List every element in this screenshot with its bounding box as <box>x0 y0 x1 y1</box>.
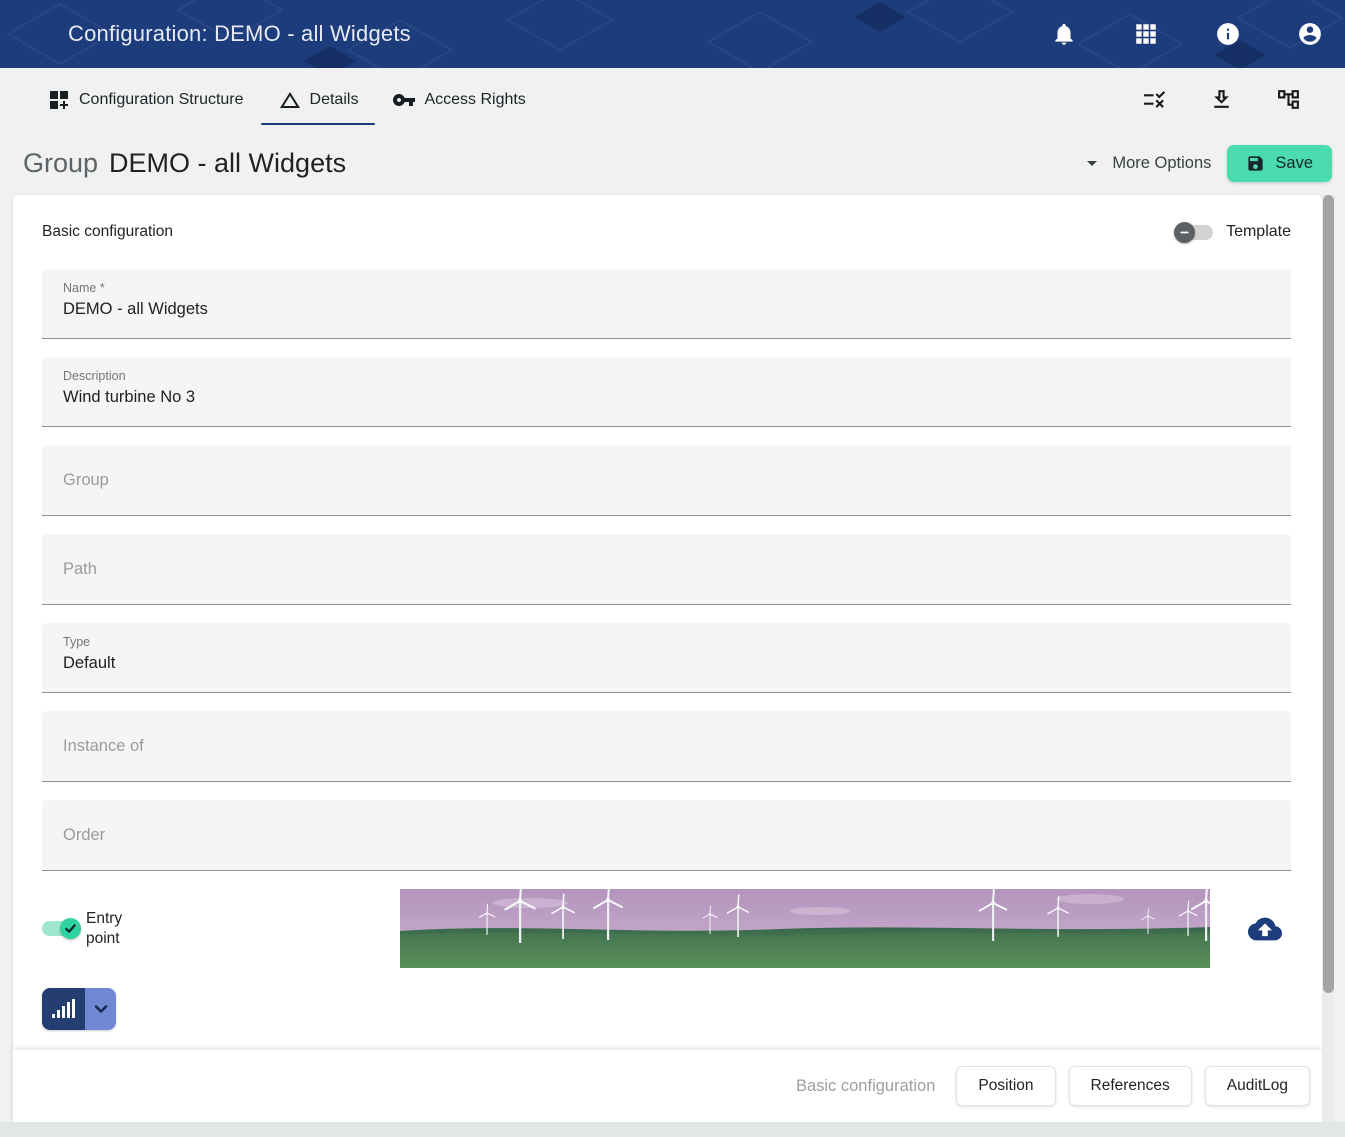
template-toggle-label: Template <box>1226 223 1291 241</box>
field-label: Path <box>63 560 97 579</box>
tab-list: Configuration Structure Details Access R… <box>30 68 543 131</box>
more-options-caret-icon[interactable] <box>1080 151 1104 175</box>
entry-point-toggle[interactable]: Entry point <box>42 909 132 949</box>
footer-context-label: Basic configuration <box>796 1077 935 1096</box>
top-app-bar: Configuration: DEMO - all Widgets <box>0 0 1345 68</box>
cloud-upload-button[interactable] <box>1248 912 1282 946</box>
page-title-row: Group DEMO - all Widgets More Options Sa… <box>23 131 1332 195</box>
field-label: Description <box>63 369 1291 383</box>
wind-farm-photo <box>400 889 1210 968</box>
apps-grid-icon[interactable] <box>1133 21 1159 47</box>
window-title: Configuration: DEMO - all Widgets <box>68 21 411 47</box>
tab-label: Access Rights <box>424 91 525 109</box>
chevron-down-icon[interactable] <box>85 988 116 1030</box>
account-icon[interactable] <box>1297 21 1323 47</box>
cloud-upload-icon <box>1248 912 1282 946</box>
field-label: Group <box>63 471 109 490</box>
tab-toolbar <box>1142 68 1301 131</box>
field-value: Default <box>63 654 1291 673</box>
scrollbar-thumb[interactable] <box>1323 195 1334 993</box>
form-fields: Name * DEMO - all Widgets Description Wi… <box>42 269 1291 871</box>
field-label: Name * <box>63 281 1291 295</box>
field-label: Instance of <box>63 737 144 756</box>
info-icon[interactable] <box>1215 21 1241 47</box>
switch-thumb-minus-icon <box>1174 222 1195 243</box>
tab-label: Configuration Structure <box>79 91 244 109</box>
save-button[interactable]: Save <box>1227 145 1332 182</box>
path-field[interactable]: Path <box>42 534 1291 605</box>
title-actions: More Options Save <box>1080 145 1332 182</box>
footer-bar: Basic configuration Position References … <box>13 1050 1322 1122</box>
position-button[interactable]: Position <box>956 1066 1055 1106</box>
entry-point-label: Entry point <box>86 909 132 949</box>
entry-point-switch-on[interactable] <box>42 921 79 936</box>
tab-access-rights[interactable]: Access Rights <box>375 68 542 131</box>
entity-name: DEMO - all Widgets <box>109 148 346 179</box>
entry-point-image-row: Entry point <box>42 889 1291 968</box>
bar-chart-icon[interactable] <box>42 988 85 1030</box>
download-icon[interactable] <box>1209 87 1234 112</box>
tab-configuration-structure[interactable]: Configuration Structure <box>30 68 261 131</box>
bottom-strip <box>0 1122 1345 1137</box>
field-label: Type <box>63 635 1291 649</box>
section-title: Basic configuration <box>42 223 173 241</box>
tab-bar: Configuration Structure Details Access R… <box>0 68 1345 131</box>
active-tab-underline <box>261 123 376 125</box>
floppy-disk-icon <box>1246 154 1265 173</box>
dashboard-customize-icon <box>47 88 71 112</box>
key-icon <box>392 88 416 112</box>
page-title: Group DEMO - all Widgets <box>23 148 346 179</box>
entry-point-block: Entry point <box>42 889 400 968</box>
entity-type-label: Group <box>23 148 98 179</box>
more-options-button[interactable]: More Options <box>1108 148 1215 179</box>
template-switch-off[interactable] <box>1176 225 1213 240</box>
tab-details[interactable]: Details <box>261 68 376 131</box>
topbar-icon-group <box>1051 21 1323 47</box>
field-label: Order <box>63 826 105 845</box>
instance-of-field[interactable]: Instance of <box>42 711 1291 782</box>
tab-label: Details <box>310 91 359 109</box>
description-field[interactable]: Description Wind turbine No 3 <box>42 357 1291 427</box>
template-toggle[interactable]: Template <box>1176 223 1291 241</box>
app-window: Configuration: DEMO - all Widgets <box>0 0 1345 1137</box>
references-button[interactable]: References <box>1069 1066 1192 1106</box>
notifications-bell-icon[interactable] <box>1051 21 1077 47</box>
basic-configuration-card: Basic configuration Template Name * DEMO… <box>13 195 1322 1050</box>
name-field[interactable]: Name * DEMO - all Widgets <box>42 269 1291 339</box>
field-value: Wind turbine No 3 <box>63 388 1291 407</box>
widget-type-split-button[interactable] <box>42 988 116 1030</box>
field-value: DEMO - all Widgets <box>63 300 1291 319</box>
save-label: Save <box>1275 154 1313 173</box>
switch-thumb-check-icon <box>60 918 81 939</box>
order-field[interactable]: Order <box>42 800 1291 871</box>
tree-structure-icon[interactable] <box>1276 87 1301 112</box>
rule-validate-icon[interactable] <box>1142 87 1167 112</box>
type-field[interactable]: Type Default <box>42 623 1291 693</box>
triangle-change-icon <box>278 88 302 112</box>
card-section-header: Basic configuration Template <box>42 217 1291 247</box>
auditlog-button[interactable]: AuditLog <box>1205 1066 1310 1106</box>
group-field[interactable]: Group <box>42 445 1291 516</box>
